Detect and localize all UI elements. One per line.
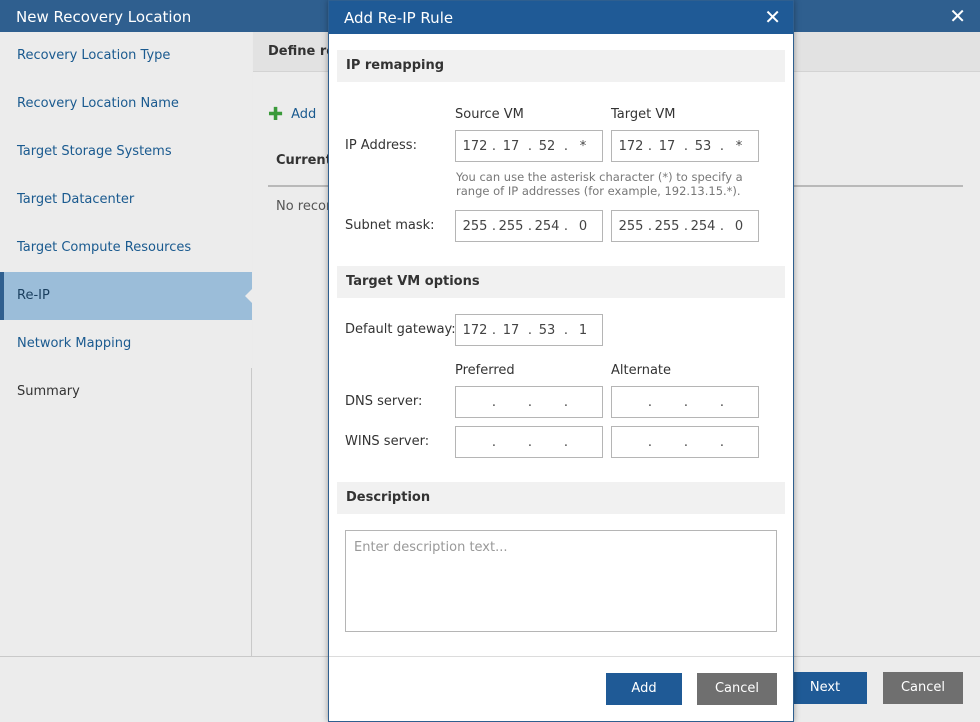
alternate-wins-field[interactable]: ... [611,426,759,458]
ip-remapping-section: IP remapping [337,50,785,82]
step-re-ip[interactable]: Re-IP [0,272,253,320]
target-subnet-field[interactable]: 255. 255. 254. 0 [611,210,759,242]
octet: 255 [618,219,644,234]
wins-server-label: WINS server: [345,434,430,449]
section-title: IP remapping [346,58,445,73]
octet: 254 [690,219,716,234]
description-placeholder: Enter description text... [354,540,508,555]
octet: 172 [462,139,488,154]
dialog-cancel-button[interactable]: Cancel [697,673,777,705]
octet: * [579,139,587,154]
section-title: Description [346,490,431,505]
octet: 255 [462,219,488,234]
octet: 1 [578,323,588,338]
dns-server-label: DNS server: [345,394,423,409]
source-ip-field[interactable]: 172. 17. 52. * [455,130,603,162]
octet: 0 [578,219,588,234]
target-vm-options-section: Target VM options [337,266,785,298]
alternate-header: Alternate [611,363,672,378]
wizard-close-icon[interactable]: ✕ [949,4,966,28]
octet: 0 [734,219,744,234]
step-label: Target Datacenter [17,192,135,207]
dialog-footer-divider [329,656,793,657]
step-network-mapping[interactable]: Network Mapping [0,320,252,368]
asterisk-hint-text: You can use the asterisk character (*) t… [456,170,743,198]
step-label: Summary [17,384,80,399]
no-records-text: No recor [276,199,332,214]
active-step-pointer [245,288,253,304]
add-rule-label: Add [291,107,317,122]
step-recovery-location-name[interactable]: Recovery Location Name [0,80,252,128]
octet: * [735,139,743,154]
octet: 17 [502,139,520,154]
add-rule-link[interactable]: ✚ Add [268,104,316,125]
octet: 255 [498,219,524,234]
step-label: Network Mapping [17,336,132,351]
dialog-title: Add Re-IP Rule [344,9,454,27]
octet: 254 [534,219,560,234]
section-title: Target VM options [346,274,480,289]
octet: 53 [694,139,712,154]
step-label: Target Compute Resources [17,240,192,255]
step-summary[interactable]: Summary [0,368,252,416]
target-ip-field[interactable]: 172. 17. 53. * [611,130,759,162]
subnet-mask-label: Subnet mask: [345,218,435,233]
wizard-cancel-button[interactable]: Cancel [883,672,963,704]
dialog-close-icon[interactable]: ✕ [764,5,781,29]
step-target-storage-systems[interactable]: Target Storage Systems [0,128,252,176]
octet: 53 [538,323,556,338]
preferred-dns-field[interactable]: ... [455,386,603,418]
description-textarea[interactable]: Enter description text... [345,530,777,632]
alternate-dns-field[interactable]: ... [611,386,759,418]
dialog-title-bar: Add Re-IP Rule ✕ [329,1,793,34]
step-recovery-location-type[interactable]: Recovery Location Type [0,32,252,80]
default-gateway-label: Default gateway: [345,322,456,337]
dialog-add-button[interactable]: Add [606,673,682,705]
preferred-header: Preferred [455,363,515,378]
wizard-step-header-text: Define re [268,44,336,59]
octet: 172 [618,139,644,154]
octet: 52 [538,139,556,154]
source-subnet-field[interactable]: 255. 255. 254. 0 [455,210,603,242]
default-gateway-field[interactable]: 172. 17. 53. 1 [455,314,603,346]
preferred-wins-field[interactable]: ... [455,426,603,458]
octet: 172 [462,323,488,338]
description-section: Description [337,482,785,514]
wizard-steps-sidebar: Recovery Location Type Recovery Location… [0,32,253,656]
step-target-datacenter[interactable]: Target Datacenter [0,176,252,224]
step-label: Re-IP [17,288,50,303]
current-rules-heading: Current [276,153,332,168]
octet: 17 [502,323,520,338]
octet: 17 [658,139,676,154]
next-button[interactable]: Next [783,672,867,704]
step-label: Recovery Location Name [17,96,179,111]
step-target-compute-resources[interactable]: Target Compute Resources [0,224,252,272]
source-vm-header: Source VM [455,107,524,122]
step-label: Recovery Location Type [17,48,171,63]
add-re-ip-rule-dialog: Add Re-IP Rule ✕ IP remapping Source VM … [328,0,794,722]
plus-icon: ✚ [268,104,284,125]
step-label: Target Storage Systems [17,144,172,159]
octet: 255 [654,219,680,234]
target-vm-header: Target VM [611,107,676,122]
wizard-title: New Recovery Location [16,8,192,26]
ip-address-label: IP Address: [345,138,417,153]
